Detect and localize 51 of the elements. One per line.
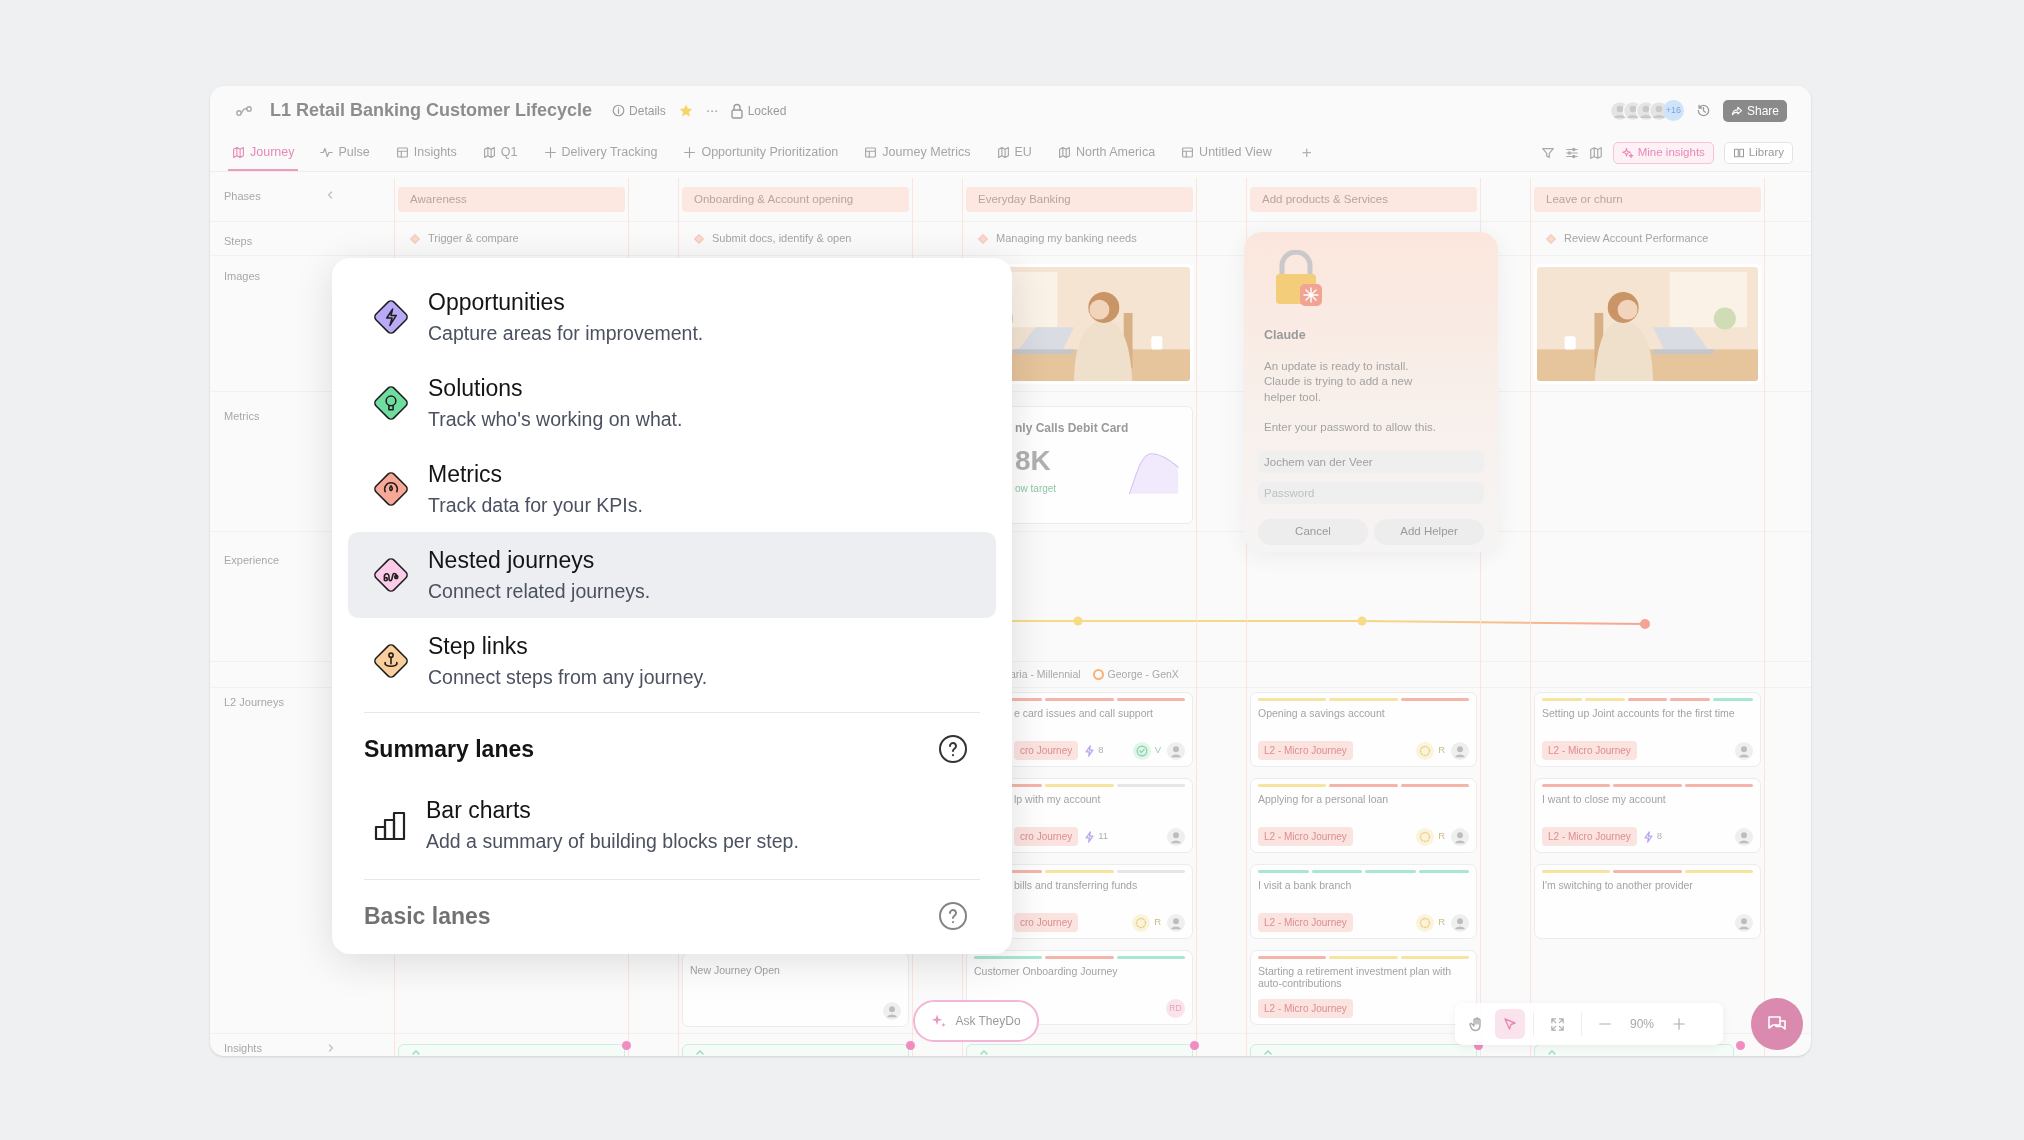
dialog-prompt: Enter your password to allow this. [1263,420,1437,436]
lock-status: Locked [747,102,787,120]
menu-item-description: Track data for your KPIs. [428,493,643,517]
menu-item-description: Capture areas for improvement. [428,321,704,345]
metric-title: nly Calls Debit Card [1015,420,1129,437]
lane-label: Phases [224,189,261,204]
status-letter: R [1438,743,1445,758]
menu-item-description: Add a summary of building blocks per step. [426,829,799,853]
menu-item-title: Solutions [428,375,524,401]
card-title: I visit a bank branch [1258,879,1353,891]
metric-value: 8K [1015,447,1052,475]
card-title: Starting a retirement investment plan with auto-contributions [1258,965,1453,989]
status-letter: V [1154,743,1161,758]
lane-label: L2 Journeys [224,695,284,710]
card-title: Opening a savings account [1258,707,1386,719]
card-title: bills and transferring funds [1013,879,1139,891]
lane-label: Images [224,269,261,284]
card-title: New Journey Open [690,964,781,976]
card-title: e card issues and call support [1013,707,1154,719]
card-title: I want to close my account [1542,793,1667,805]
card-title: I'm switching to another provider [1542,879,1694,891]
card-title: Setting up Joint accounts for the first time [1542,707,1736,719]
menu-item-title: Nested journeys [428,547,596,573]
lane-label: Experience [224,554,280,566]
section-heading: Basic lanes [364,901,491,931]
dialog-title: Claude [1263,327,1307,344]
avatar: RD [1166,999,1185,1018]
opportunity-count: 11 [1098,829,1109,844]
lane-label: Insights [224,1041,262,1056]
status-letter: R [1438,915,1445,930]
menu-item-description: Connect steps from any journey. [428,665,708,689]
status-letter: R [1154,915,1161,930]
menu-item-title: Opportunities [428,289,566,315]
opportunity-count: 8 [1098,743,1104,758]
zoom-level: 90% [1630,1016,1655,1033]
menu-item-title: Bar charts [426,797,532,823]
status-letter: R [1438,829,1445,844]
section-heading: Summary lanes [364,734,535,764]
metric-note: ow target [1015,482,1058,496]
lane-label: Steps [224,234,253,249]
opportunity-count: 8 [1656,829,1663,844]
card-title: lp with my account [1013,793,1102,805]
menu-item-description: Connect related journeys. [428,579,651,603]
dialog-message: An update is ready to install. Claude is trying to add a new helper tool. [1263,358,1414,405]
menu-item-title: Step links [428,633,529,659]
lane-label: Metrics [224,409,260,424]
card-title: Customer Onboarding Journey [974,965,1119,977]
card-title: Applying for a personal loan [1258,793,1390,805]
menu-item-description: Track who's working on what. [428,407,683,431]
menu-item-title: Metrics [428,461,504,487]
journey-title: L1 Retail Banking Customer Lifecycle [270,99,593,122]
